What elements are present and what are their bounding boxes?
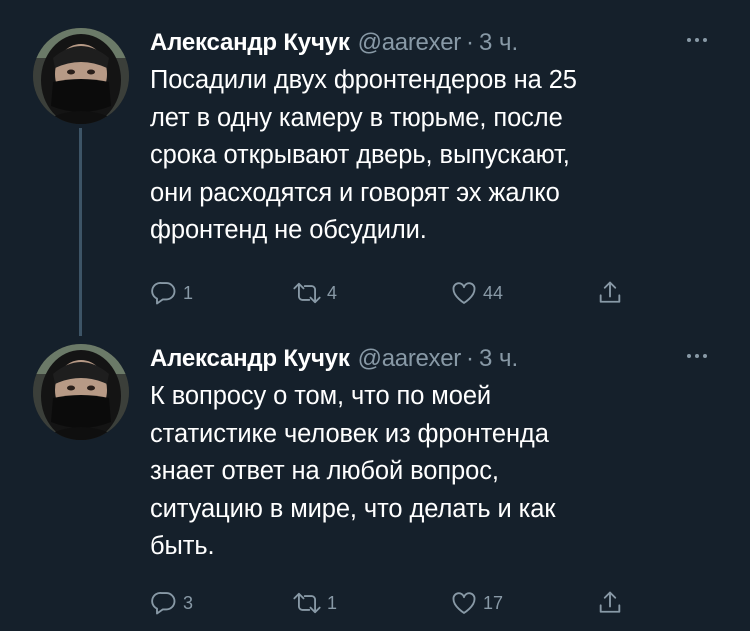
retweet-icon [293,282,321,304]
share-button[interactable] [596,278,624,308]
retweet-count: 1 [327,592,338,613]
avatar[interactable] [33,28,129,124]
thread-connector-line [79,128,82,336]
separator-dot: · [466,29,474,56]
like-count: 44 [483,282,504,303]
tweet-actions: 3 1 17 [150,588,650,618]
separator-dot: · [466,345,474,372]
tweet-text: Посадили двух фронтендеров на 25 лет в о… [150,66,577,244]
retweet-button[interactable]: 1 [292,588,337,618]
reply-count: 3 [183,592,194,613]
share-icon [599,281,621,303]
reply-count: 1 [183,282,194,303]
more-icon[interactable] [682,28,712,52]
avatar-image [33,344,129,440]
tweet-header: Александр Кучук @aarexer · 3 ч. [150,344,720,374]
reply-icon [151,592,176,615]
tweet-header: Александр Кучук @aarexer · 3 ч. [150,28,720,58]
share-icon [599,591,621,613]
tweet-content: Александр Кучук @aarexer · 3 ч. К вопрос… [150,344,720,566]
like-button[interactable]: 44 [450,278,503,308]
avatar-image [33,28,129,124]
author-name[interactable]: Александр Кучук [150,29,350,57]
tweet-actions: 1 4 44 [150,278,650,308]
more-icon[interactable] [682,344,712,368]
reply-button[interactable]: 1 [150,278,193,308]
like-button[interactable]: 17 [450,588,503,618]
share-button[interactable] [596,588,624,618]
avatar[interactable] [33,344,129,440]
heart-icon [452,592,476,614]
retweet-count: 4 [327,282,338,303]
tweet-content: Александр Кучук @aarexer · 3 ч. Посадили… [150,28,720,250]
reply-icon [151,282,176,305]
author-handle[interactable]: @aarexer [358,345,462,373]
retweet-button[interactable]: 4 [292,278,337,308]
timestamp[interactable]: 3 ч. [479,29,518,57]
retweet-icon [293,592,321,614]
reply-button[interactable]: 3 [150,588,193,618]
author-handle[interactable]: @aarexer [358,29,462,57]
tweet-text: К вопросу о том, что по моей статистике … [150,382,556,560]
author-name[interactable]: Александр Кучук [150,345,350,373]
like-count: 17 [483,592,504,613]
timestamp[interactable]: 3 ч. [479,345,518,373]
heart-icon [452,282,476,304]
